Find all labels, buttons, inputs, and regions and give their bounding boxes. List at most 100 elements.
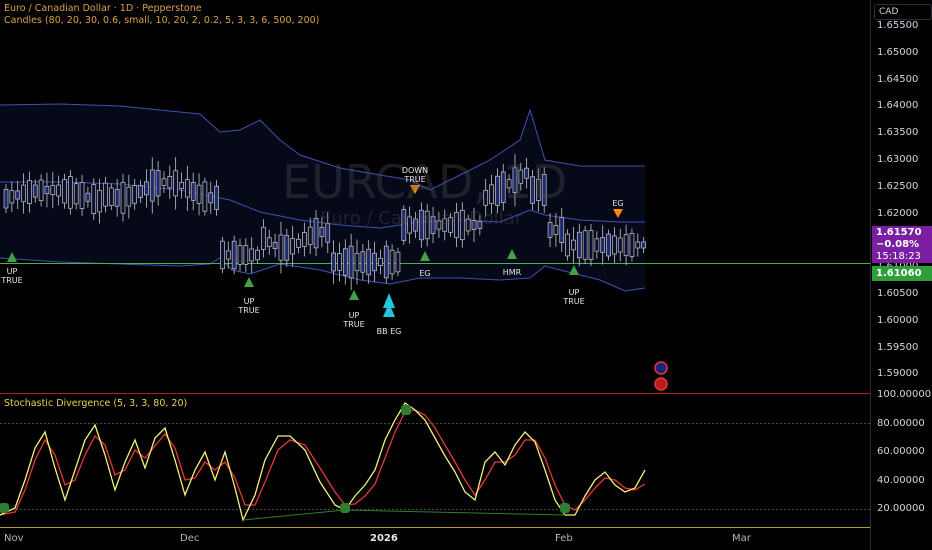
signal-label: UP TRUE (229, 297, 269, 315)
up-signal-arrow (349, 290, 359, 300)
candle-body (588, 230, 594, 260)
candle-body (67, 176, 73, 209)
candle-body (3, 188, 9, 209)
price-tick: 1.63500 (877, 127, 919, 139)
candle-body (208, 192, 214, 204)
candle-body (15, 190, 21, 200)
last-price-badge: 1.61570 −0.08% 15:18:23 (872, 226, 932, 263)
candle-body (155, 170, 161, 197)
candle-body (9, 190, 15, 204)
flag-event-icon (654, 377, 668, 391)
candle-body (576, 231, 582, 259)
time-tick: Feb (555, 533, 573, 544)
candle-body (243, 245, 249, 265)
candle-body (582, 230, 588, 260)
candle-body (79, 182, 85, 209)
signal-label: BB EG (369, 327, 409, 336)
divergence-marker (340, 503, 350, 513)
price-tick: 1.65000 (877, 46, 919, 58)
candle-body (307, 226, 313, 245)
candle-body (50, 185, 56, 195)
candle-body (266, 237, 272, 247)
signal-label-line: EG (612, 199, 624, 208)
divergence-marker (401, 405, 411, 415)
candle-body (62, 179, 67, 204)
candle-body (571, 239, 576, 251)
candle-body (553, 225, 559, 235)
candle-body (214, 185, 219, 210)
candle-body (354, 252, 360, 272)
signal-label-line: EG (419, 269, 431, 278)
price-tick: 1.64500 (877, 73, 919, 85)
candle-body (220, 240, 225, 270)
candle-body (290, 238, 295, 255)
candle-body (342, 248, 348, 276)
up-signal-arrow (244, 277, 254, 287)
signal-label: UP TRUE (554, 288, 594, 306)
candle-body (612, 235, 617, 255)
candle-body (337, 253, 342, 271)
candle-body (606, 233, 611, 257)
candle-body (108, 187, 114, 206)
symbol-title[interactable]: Euro / Canadian Dollar · 1D · Pepperston… (4, 3, 202, 14)
signal-label-line: DOWN (401, 166, 429, 175)
candle-body (225, 250, 231, 260)
candle-body (114, 189, 120, 207)
candle-body (103, 182, 108, 207)
price-tick: 1.65500 (877, 20, 919, 31)
stoch-d-line (0, 409, 646, 516)
candle-body (302, 232, 307, 247)
time-tick: 2026 (370, 533, 398, 544)
signal-label: HMR (492, 268, 532, 277)
candle-body (272, 242, 278, 250)
candle-body (296, 238, 301, 248)
candle-body (85, 192, 91, 202)
stoch-tick: 40.00000 (877, 474, 925, 486)
price-tick: 1.64000 (877, 100, 919, 112)
candle-body (547, 222, 553, 238)
candle-body (594, 238, 600, 252)
price-tick: 1.60000 (877, 314, 919, 326)
stoch-tick: 60.00000 (877, 446, 925, 457)
candle-body (600, 237, 606, 253)
candle-body (395, 251, 401, 273)
price-change: −0.08% (876, 239, 920, 250)
candle-body (629, 233, 635, 257)
signal-label-line: TRUE (343, 320, 365, 329)
candle-body (97, 189, 102, 213)
candle-body (366, 248, 372, 276)
candle-body (231, 240, 237, 270)
candles-indicator-legend[interactable]: Candles (80, 20, 30, 0.6, small, 10, 20,… (4, 15, 319, 26)
time-tick: Dec (180, 533, 200, 544)
signal-label-line: TRUE (404, 175, 426, 184)
stochastic-indicator-legend[interactable]: Stochastic Divergence (5, 3, 3, 80, 20) (4, 398, 187, 409)
candle-body (565, 233, 570, 257)
candle-body (144, 181, 149, 196)
candle-body (249, 248, 255, 262)
divergence-line (344, 509, 566, 516)
candle-body (73, 183, 79, 205)
signal-label-line: UP (243, 297, 255, 306)
candle-body (331, 252, 336, 272)
currency-button[interactable]: CAD (874, 4, 932, 20)
candle-body (185, 179, 190, 198)
chart-canvas[interactable] (0, 0, 932, 550)
candle-body (44, 186, 50, 195)
candle-body (313, 217, 319, 249)
candle-body (167, 175, 173, 189)
price-tick: 1.62000 (877, 207, 919, 219)
candle-body (202, 181, 208, 212)
candle-body (635, 241, 641, 249)
name-watermark: Euro / Canadian Dollar (320, 208, 523, 229)
economic-event-icon (654, 361, 668, 375)
candle-body (261, 226, 266, 250)
signal-label-line: BB EG (376, 327, 402, 336)
signal-label: UP TRUE (334, 311, 374, 329)
signal-label-line: TRUE (1, 276, 23, 285)
stoch-tick: 80.00000 (877, 417, 925, 429)
price-tick: 1.62500 (877, 180, 919, 192)
candle-body (196, 184, 202, 204)
price-tick: 1.63000 (877, 154, 919, 165)
signal-label: UP TRUE (0, 267, 32, 285)
stoch-tick: 100.00000 (877, 389, 932, 400)
